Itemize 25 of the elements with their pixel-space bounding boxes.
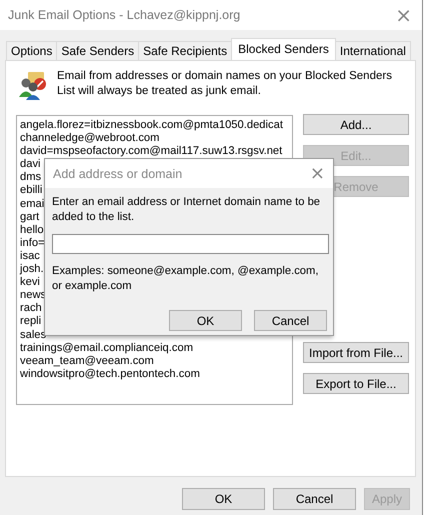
sender-item[interactable]: trainings@email.complianceiq.com: [20, 342, 292, 355]
sender-item[interactable]: windowsitpro@tech.pentontech.com: [20, 368, 292, 381]
sender-item[interactable]: angela.florez=itbiznessbook.com@pmta1050.dedicat: [20, 119, 292, 132]
blocked-people-icon: [18, 71, 48, 101]
tab[interactable]: Options: [6, 41, 58, 60]
file-button[interactable]: Import from File...: [303, 342, 409, 363]
dialog-button[interactable]: OK: [169, 310, 242, 331]
sender-item[interactable]: david=mspseofactory.com@mail117.suw13.rsgsv.net: [20, 145, 292, 158]
file-button[interactable]: Export to File...: [303, 373, 409, 394]
sender-item[interactable]: channeledge@webroot.com: [20, 132, 292, 146]
dialog-button[interactable]: Cancel: [254, 310, 327, 331]
side-button[interactable]: Add...: [303, 114, 409, 135]
sender-item[interactable]: veeam_team@veeam.com: [20, 354, 292, 368]
window-title: Junk Email Options - Lchavez@kippnj.org: [8, 8, 240, 22]
address-input[interactable]: [52, 234, 329, 254]
footer-button[interactable]: Cancel: [273, 488, 356, 510]
tab[interactable]: Safe Recipients: [138, 41, 232, 60]
dialog-title: Add address or domain: [53, 166, 182, 180]
prompt-text: Enter an email address or Internet domain name to be added to the list.: [52, 195, 322, 225]
description-text: Email from addresses or domain names on your Blocked Senders List will always be treated as junk email.: [57, 69, 393, 99]
tab[interactable]: Blocked Senders: [231, 38, 336, 60]
footer-button[interactable]: OK: [182, 488, 265, 510]
close-button[interactable]: ×: [385, 5, 422, 25]
examples-text: Examples: someone@example.com, @example.com, or example.com: [52, 264, 320, 294]
tab[interactable]: International: [334, 41, 411, 60]
